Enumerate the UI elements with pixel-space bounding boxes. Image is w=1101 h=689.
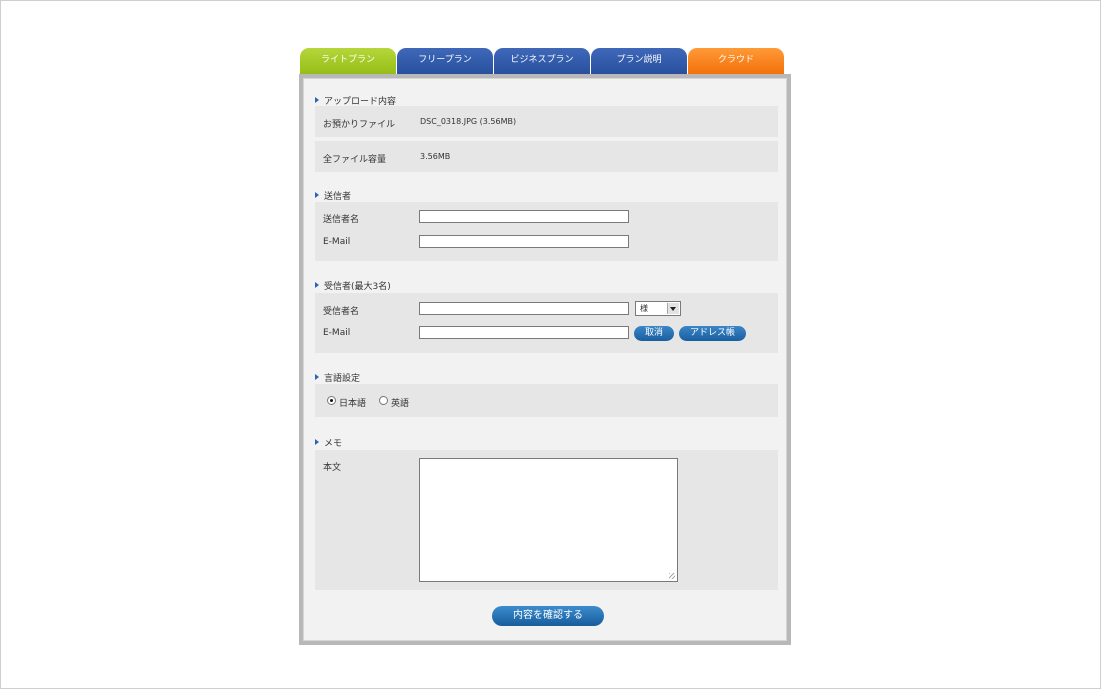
language-section-title: 言語設定 bbox=[315, 371, 360, 384]
recipient-name-input[interactable] bbox=[419, 302, 629, 315]
language-box: 日本語 英語 bbox=[315, 384, 778, 417]
radio-english[interactable] bbox=[379, 396, 388, 405]
radio-english-label: 英語 bbox=[391, 399, 410, 409]
honorific-select[interactable]: 様 bbox=[635, 301, 681, 316]
tab-free-plan[interactable]: フリープラン bbox=[397, 48, 493, 75]
recipient-email-label: E-Mail bbox=[323, 328, 351, 338]
recipient-email-input[interactable] bbox=[419, 326, 629, 339]
bullet-icon bbox=[315, 439, 319, 445]
chevron-down-icon bbox=[667, 303, 679, 314]
radio-japanese[interactable] bbox=[327, 396, 336, 405]
sender-name-label: 送信者名 bbox=[323, 215, 360, 225]
sender-email-label: E-Mail bbox=[323, 237, 351, 247]
honorific-select-value: 様 bbox=[640, 304, 648, 313]
tab-business-plan[interactable]: ビジネスプラン bbox=[494, 48, 590, 75]
total-size-value: 3.56MB bbox=[420, 152, 451, 161]
memo-section-title: メモ bbox=[315, 436, 342, 449]
total-size-label: 全ファイル容量 bbox=[323, 155, 387, 165]
address-book-button[interactable]: アドレス帳 bbox=[679, 326, 746, 341]
tab-light-plan[interactable]: ライトプラン bbox=[300, 48, 396, 75]
sender-email-input[interactable] bbox=[419, 235, 629, 248]
tab-plan-description[interactable]: プラン説明 bbox=[591, 48, 687, 75]
tab-cloud[interactable]: クラウド bbox=[688, 48, 784, 75]
upload-form-panel: アップロード内容 お預かりファイル DSC_0318.JPG (3.56MB) … bbox=[299, 74, 791, 645]
bullet-icon bbox=[315, 192, 319, 198]
bullet-icon bbox=[315, 282, 319, 288]
sender-name-input[interactable] bbox=[419, 210, 629, 223]
file-value: DSC_0318.JPG (3.56MB) bbox=[420, 117, 517, 126]
sender-section-title: 送信者 bbox=[315, 189, 351, 202]
sender-box: 送信者名 E-Mail bbox=[315, 202, 778, 261]
file-label: お預かりファイル bbox=[323, 120, 396, 130]
cancel-button[interactable]: 取消 bbox=[634, 326, 674, 341]
resize-grip-icon[interactable] bbox=[669, 573, 675, 579]
recipient-name-label: 受信者名 bbox=[323, 307, 360, 317]
memo-body-label: 本文 bbox=[323, 463, 342, 473]
radio-japanese-label: 日本語 bbox=[339, 399, 367, 409]
recipient-section-title: 受信者(最大3名) bbox=[315, 279, 391, 292]
total-size-row: 全ファイル容量 3.56MB bbox=[315, 141, 778, 172]
bullet-icon bbox=[315, 374, 319, 380]
memo-box: 本文 bbox=[315, 450, 778, 590]
recipient-box: 受信者名 様 E-Mail 取消 アドレス帳 bbox=[315, 293, 778, 353]
bullet-icon bbox=[315, 97, 319, 103]
file-row: お預かりファイル DSC_0318.JPG (3.56MB) bbox=[315, 106, 778, 137]
confirm-button[interactable]: 内容を確認する bbox=[492, 606, 604, 626]
memo-body-textarea[interactable] bbox=[419, 458, 678, 582]
